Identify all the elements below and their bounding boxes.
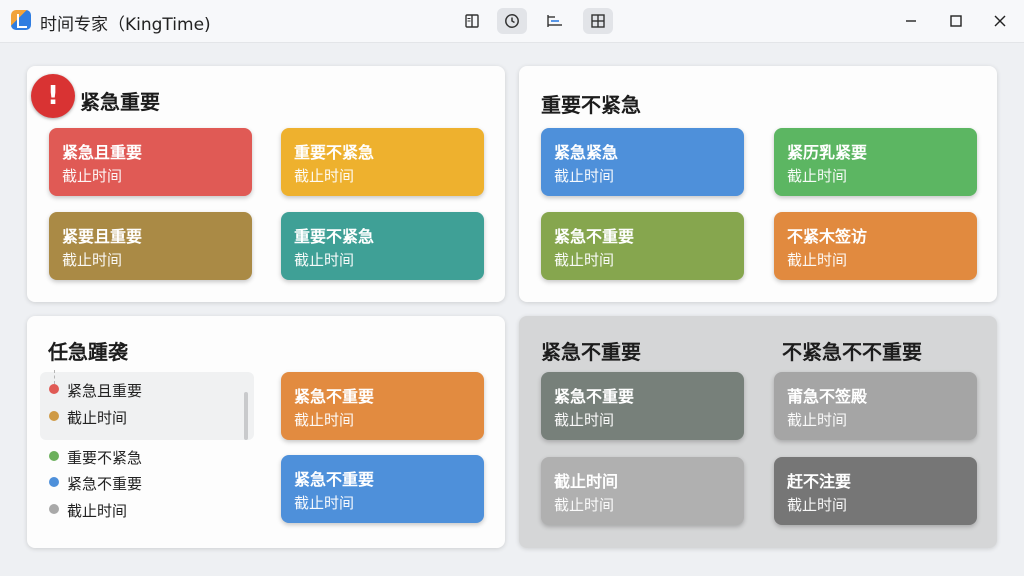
task-deadline: 截止时间	[62, 251, 123, 269]
maximize-icon	[950, 15, 962, 27]
task-title: 莆急不签殿	[787, 387, 868, 406]
legend-dot	[49, 504, 59, 514]
maximize-button[interactable]	[941, 8, 971, 34]
task-card[interactable]: 紧要且重要 截止时间	[49, 212, 252, 280]
task-title: 紧历乳紧要	[787, 143, 868, 162]
task-title: 重要不紧急	[294, 143, 375, 162]
task-deadline: 截止时间	[294, 251, 355, 269]
close-icon	[994, 15, 1006, 27]
task-card[interactable]: 截止时间 截止时间	[541, 457, 744, 525]
legend-dot	[49, 451, 59, 461]
task-title: 不紧木签访	[787, 227, 868, 246]
task-card[interactable]: 重要不紧急 截止时间	[281, 128, 484, 196]
task-deadline: 截止时间	[294, 167, 355, 185]
alert-icon: !	[31, 74, 75, 118]
task-deadline: 截止时间	[787, 167, 848, 185]
timeline-view-button[interactable]	[540, 8, 570, 34]
task-title: 紧急不重要	[294, 387, 375, 406]
quadrant-title: 重要不紧急	[541, 93, 641, 117]
quadrant-title: 紧急重要	[80, 90, 160, 114]
clock-icon	[505, 14, 519, 28]
legend-dot	[49, 411, 59, 421]
task-deadline: 截止时间	[787, 496, 848, 514]
grid-icon	[591, 14, 605, 28]
minimize-button[interactable]	[896, 8, 926, 34]
quadrant-title-left: 紧急不重要	[541, 340, 641, 364]
grid-view-button[interactable]	[583, 8, 613, 34]
legend-item[interactable]: 截止时间	[67, 500, 127, 521]
task-deadline: 截止时间	[294, 494, 355, 512]
task-title: 紧要且重要	[62, 227, 143, 246]
legend-item[interactable]: 紧急且重要	[67, 380, 142, 401]
minimize-icon	[906, 20, 916, 22]
quadrant-title: 任急踵袭	[48, 340, 128, 364]
task-card[interactable]: 紧急不重要 截止时间	[541, 212, 744, 280]
task-title: 紧急不重要	[554, 387, 635, 406]
task-title: 紧急紧急	[554, 143, 619, 162]
task-title: 赶不注要	[787, 472, 852, 491]
legend-item[interactable]: 紧急不重要	[67, 473, 142, 494]
task-deadline: 截止时间	[787, 411, 848, 429]
task-card[interactable]: 莆急不签殿 截止时间	[774, 372, 977, 440]
quadrant-title-right: 不紧急不不重要	[782, 340, 922, 364]
task-title: 重要不紧急	[294, 227, 375, 246]
close-button[interactable]	[985, 8, 1015, 34]
task-deadline: 截止时间	[787, 251, 848, 269]
task-deadline: 截止时间	[554, 411, 615, 429]
task-title: 紧急不重要	[554, 227, 635, 246]
legend-item[interactable]: 重要不紧急	[67, 447, 142, 468]
task-card[interactable]: 赶不注要 截止时间	[774, 457, 977, 525]
task-deadline: 截止时间	[554, 496, 615, 514]
task-card[interactable]: 紧急不重要 截止时间	[281, 455, 484, 523]
legend-connector	[54, 370, 55, 384]
app-title: 时间专家（KingTime)	[40, 15, 211, 35]
app-logo-icon	[11, 10, 31, 30]
task-card[interactable]: 紧历乳紧要 截止时间	[774, 128, 977, 196]
task-card[interactable]: 不紧木签访 截止时间	[774, 212, 977, 280]
book-icon	[465, 14, 479, 28]
task-deadline: 截止时间	[62, 167, 123, 185]
legend-item[interactable]: 截止时间	[67, 407, 127, 428]
task-deadline: 截止时间	[554, 251, 615, 269]
task-card[interactable]: 紧急不重要 截止时间	[541, 372, 744, 440]
book-view-button[interactable]	[457, 8, 487, 34]
task-deadline: 截止时间	[554, 167, 615, 185]
task-title: 紧急不重要	[294, 470, 375, 489]
legend-dot	[49, 384, 59, 394]
task-title: 紧急且重要	[62, 143, 143, 162]
task-title: 截止时间	[554, 472, 619, 491]
timeline-icon	[547, 15, 562, 27]
legend-scrollbar[interactable]	[244, 392, 248, 440]
task-card[interactable]: 紧急不重要 截止时间	[281, 372, 484, 440]
task-card[interactable]: 紧急且重要 截止时间	[49, 128, 252, 196]
legend-dot	[49, 477, 59, 487]
task-deadline: 截止时间	[294, 411, 355, 429]
task-card[interactable]: 紧急紧急 截止时间	[541, 128, 744, 196]
clock-view-button[interactable]	[497, 8, 527, 34]
task-card[interactable]: 重要不紧急 截止时间	[281, 212, 484, 280]
title-bar: 时间专家（KingTime)	[0, 0, 1024, 43]
